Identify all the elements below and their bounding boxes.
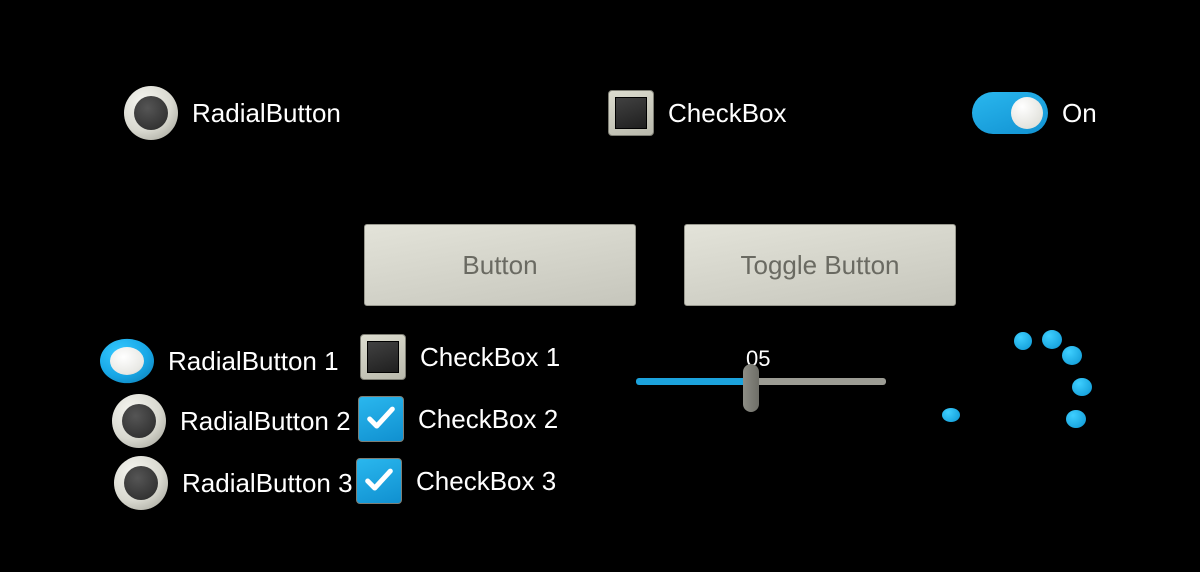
check-icon <box>364 402 398 436</box>
check-icon <box>362 464 396 498</box>
toggle-label: On <box>1062 98 1097 129</box>
checkbox-label-2: CheckBox 2 <box>418 404 558 435</box>
toggle-switch[interactable] <box>972 92 1048 134</box>
radial-label-1: RadialButton 1 <box>168 346 339 377</box>
radial-button-3[interactable] <box>114 456 168 510</box>
toggle-button[interactable]: Toggle Button <box>684 224 956 306</box>
slider[interactable]: 05 <box>636 352 886 402</box>
checkbox-3[interactable] <box>356 458 402 504</box>
toggle-button-text: Toggle Button <box>740 250 899 281</box>
radial-label: RadialButton <box>192 98 341 129</box>
radial-button-1[interactable] <box>100 339 154 383</box>
button[interactable]: Button <box>364 224 636 306</box>
spinner <box>960 330 1090 460</box>
checkbox-1[interactable] <box>360 334 406 380</box>
checkbox-label: CheckBox <box>668 98 787 129</box>
slider-track-fill <box>636 378 751 385</box>
slider-handle[interactable] <box>743 364 759 412</box>
radial-label-2: RadialButton 2 <box>180 406 351 437</box>
checkbox-label-1: CheckBox 1 <box>420 342 560 373</box>
checkbox[interactable] <box>608 90 654 136</box>
radial-button-2[interactable] <box>112 394 166 448</box>
button-text: Button <box>462 250 537 281</box>
checkbox-label-3: CheckBox 3 <box>416 466 556 497</box>
radial-button[interactable] <box>124 86 178 140</box>
checkbox-2[interactable] <box>358 396 404 442</box>
radial-label-3: RadialButton 3 <box>182 468 353 499</box>
slider-track-empty <box>756 378 886 385</box>
